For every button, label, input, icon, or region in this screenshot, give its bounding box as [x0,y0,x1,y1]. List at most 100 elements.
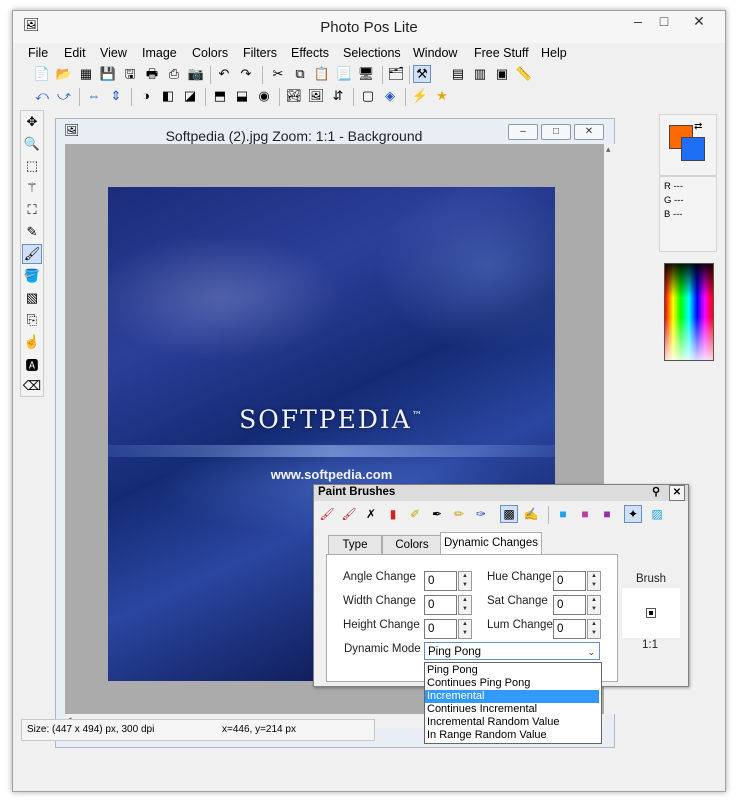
width-change-spinner[interactable]: ▲ ▼ [458,595,472,615]
diamond-icon[interactable]: ◈ [381,87,399,105]
brush-multi-icon[interactable]: 🖌 [340,505,358,523]
open-folder-icon[interactable]: 📂 [55,65,73,83]
dynamic-mode-select[interactable]: Ping Pong ⌄ [424,642,600,660]
maximize-button[interactable]: □ [651,11,677,33]
canvas-size-icon[interactable]: ⬓ [233,87,251,105]
tab-colors[interactable]: Colors [382,535,442,554]
menu-colors[interactable]: Colors [192,46,228,60]
menu-view[interactable]: View [100,46,127,60]
copy-icon[interactable]: ⧉ [291,65,309,83]
monitor-icon[interactable]: 🖥 [357,65,375,83]
frame-icon[interactable]: ▢ [359,87,377,105]
gradient-tool-icon[interactable]: ▧ [22,288,42,308]
brightness-icon[interactable]: ◧ [159,87,177,105]
brush-cross-icon[interactable]: ✗ [362,505,380,523]
magenta-square-icon[interactable]: ■ [598,505,616,523]
eraser-tool-icon[interactable]: ⌫ [22,376,42,396]
swap-colors-icon[interactable]: ⇄ [694,121,702,132]
lum-change-input[interactable]: 0 [553,619,586,639]
paint-brushes-title-bar[interactable]: Paint Brushes ⚲ ✕ [314,485,688,501]
menu-image[interactable]: Image [142,46,177,60]
marker-icon[interactable]: ▮ [384,505,402,523]
window-icon[interactable]: ▣ [493,65,511,83]
angle-change-input[interactable]: 0 [424,571,457,591]
tools-icon[interactable]: ⚒ [413,65,431,83]
paste-icon[interactable]: 📋 [313,65,331,83]
color-spectrum-picker[interactable] [664,263,714,361]
flip-vertical-icon[interactable]: ⇕ [107,87,125,105]
highlighter-icon[interactable]: ✐ [406,505,424,523]
doc-minimize-button[interactable]: – [508,124,538,140]
hue-change-spinner[interactable]: ▲ ▼ [587,571,601,591]
angle-change-spinner[interactable]: ▲ ▼ [458,571,472,591]
option-continues-incremental[interactable]: Continues Incremental [425,703,599,716]
magic-wand-icon[interactable]: ⚚ [22,178,42,198]
resize-icon[interactable]: ⬒ [211,87,229,105]
height-change-input[interactable]: 0 [424,619,457,639]
pin-icon[interactable]: ⚲ [652,485,660,498]
effects-lightning-icon[interactable]: ⚡ [411,87,429,105]
magic-brush-icon[interactable]: ✦ [624,505,642,523]
menu-edit[interactable]: Edit [64,46,86,60]
table-icon[interactable]: ▤ [449,65,467,83]
tab-type[interactable]: Type [328,535,382,554]
contrast-icon[interactable]: ◑ [137,87,155,105]
star-icon[interactable]: ★ [433,87,451,105]
flip-horizontal-icon[interactable]: ⇔ [85,87,103,105]
chevron-down-icon[interactable]: ⌄ [587,643,595,661]
pen-icon[interactable]: ✒ [428,505,446,523]
rotate-right-icon[interactable]: ⤻ [55,87,73,105]
blue-square-icon[interactable]: ■ [554,505,572,523]
close-button[interactable]: ✕ [677,11,721,33]
doc-close-button[interactable]: ✕ [574,124,604,140]
fade-square-icon[interactable]: ▨ [648,505,666,523]
minimize-button[interactable]: – [625,11,651,33]
crop-tool-icon[interactable]: ⛶ [22,200,42,220]
new-file-icon[interactable]: 📄 [33,65,51,83]
brush-red-icon[interactable]: 🖌 [318,505,336,523]
save-as-icon[interactable]: 🖫 [121,65,139,83]
landscape-icon[interactable]: 🏞 [285,87,303,105]
rotate-left-icon[interactable]: ⤺ [33,87,51,105]
print-preview-icon[interactable]: ⎙ [165,65,183,83]
doc-maximize-button[interactable]: □ [541,124,571,140]
texture-brush-icon[interactable]: ▩ [500,505,518,523]
menu-file[interactable]: File [28,46,48,60]
layers-icon[interactable]: ▥ [471,65,489,83]
pencil-icon[interactable]: ✏ [450,505,468,523]
pencil-tool-icon[interactable]: ✎ [22,222,42,242]
camera-icon[interactable]: 📷 [187,65,205,83]
menu-selections[interactable]: Selections [343,46,401,60]
airbrush-icon[interactable]: ✍ [522,505,540,523]
color-balance-icon[interactable]: ◪ [181,87,199,105]
menu-filters[interactable]: Filters [243,46,277,60]
menu-window[interactable]: Window [413,46,457,60]
browse-grid-icon[interactable]: ▦ [77,65,95,83]
move-tool-icon[interactable]: ✥ [22,112,42,132]
scroll-up-icon[interactable]: ▴ [606,144,611,155]
dialog-close-button[interactable]: ✕ [669,485,685,501]
menu-free-stuff[interactable]: Free Stuff [474,46,529,60]
picture-icon[interactable]: 🖼 [307,87,325,105]
paste-new-icon[interactable]: 📃 [335,65,353,83]
levels-icon[interactable]: ⇵ [329,87,347,105]
option-ping-pong[interactable]: Ping Pong [425,664,599,677]
option-incremental[interactable]: Incremental [425,690,599,703]
redo-icon[interactable]: ↷ [237,65,255,83]
sat-change-spinner[interactable]: ▲ ▼ [587,595,601,615]
selection-tool-icon[interactable]: ⬚ [22,156,42,176]
smudge-tool-icon[interactable]: ☝ [22,332,42,352]
print-icon[interactable]: 🖶 [143,65,161,83]
red-eye-icon[interactable]: ◉ [255,87,273,105]
calligraphy-icon[interactable]: ✑ [472,505,490,523]
clipboard-image-icon[interactable]: 🗂 [387,65,405,83]
option-incremental-random-value[interactable]: Incremental Random Value [425,716,599,729]
fill-tool-icon[interactable]: 🪣 [22,266,42,286]
option-in-range-random-value[interactable]: In Range Random Value [425,729,599,742]
lum-change-spinner[interactable]: ▲ ▼ [587,619,601,639]
tab-dynamic-changes[interactable]: Dynamic Changes [440,532,542,555]
brush-tool-icon[interactable]: 🖌 [22,244,42,264]
background-color-swatch[interactable] [681,137,705,161]
ruler-icon[interactable]: 📏 [515,65,533,83]
hue-change-input[interactable]: 0 [553,571,586,591]
